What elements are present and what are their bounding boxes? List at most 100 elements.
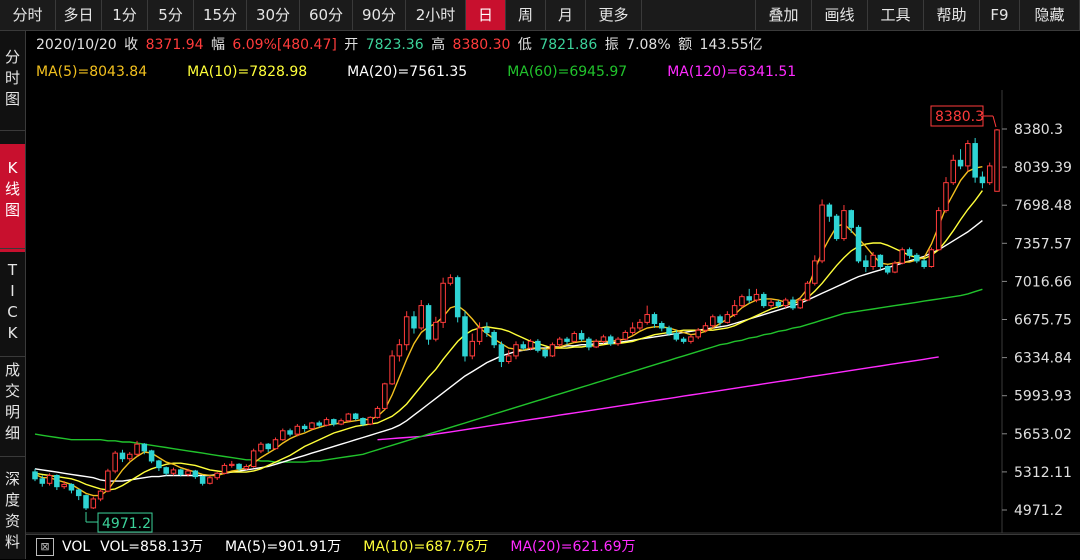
candle-body xyxy=(454,277,461,318)
candle-body xyxy=(695,329,701,338)
candle-body xyxy=(935,210,942,251)
candle-body xyxy=(710,316,716,327)
candle-body xyxy=(338,420,344,425)
candle-body xyxy=(97,490,104,500)
candle-body xyxy=(265,443,271,450)
candle-body xyxy=(629,327,636,333)
vol-ma10: MA(10)=687.76万 xyxy=(363,539,489,555)
tab-period[interactable]: 15分 xyxy=(194,0,247,30)
toolbar-action[interactable]: 画线 xyxy=(812,0,868,30)
candle-body xyxy=(221,464,228,474)
period-toolbar: 分时 多日 1分 5分 15分 30分 60分 90分 2小时日周月更多 叠加 画线 工具 帮助 F9 隐藏 xyxy=(0,0,1080,31)
candle-body xyxy=(607,336,614,345)
tab-period[interactable]: 日 xyxy=(466,0,506,30)
candle-body xyxy=(513,344,519,357)
y-tick-label: 4971.2 xyxy=(1014,503,1063,519)
candle-body xyxy=(717,316,723,323)
tab-period[interactable]: 90分 xyxy=(353,0,406,30)
candle-body xyxy=(782,299,789,307)
candle-body xyxy=(702,325,709,331)
candle-body xyxy=(309,422,315,430)
tab-period[interactable]: 周 xyxy=(506,0,546,30)
sidebar-divider xyxy=(0,456,25,457)
candle-body xyxy=(994,129,1000,192)
tab-period[interactable]: 5分 xyxy=(148,0,194,30)
sidebar-item[interactable]: 分时图 xyxy=(0,43,25,118)
candle-body xyxy=(425,305,432,340)
candle-body xyxy=(484,327,490,333)
candle-body xyxy=(877,254,884,267)
candle-body xyxy=(593,340,599,348)
quote-info-bar: 2020/10/20 收 8371.94 幅 6.09%[480.47] 开 7… xyxy=(36,34,766,54)
candle-body xyxy=(556,338,563,346)
candle-body xyxy=(462,316,468,357)
candle-body xyxy=(243,466,250,470)
toolbar-action[interactable]: 工具 xyxy=(868,0,924,30)
candle-body xyxy=(367,416,374,425)
ma-legend-item: MA(10)=7828.98 xyxy=(187,64,308,80)
change-value: 6.09%[480.47] xyxy=(232,37,337,53)
candle-body xyxy=(39,478,46,484)
candle-body xyxy=(957,159,964,167)
y-tick-label: 5653.02 xyxy=(1014,427,1072,443)
candle-body xyxy=(578,333,585,340)
toolbar-action[interactable]: 帮助 xyxy=(924,0,980,30)
candle-body xyxy=(651,314,658,324)
candle-body xyxy=(542,349,548,357)
ma120-line xyxy=(377,356,939,441)
candle-body xyxy=(790,299,796,309)
candle-body xyxy=(105,470,111,492)
view-sidebar: 分时图 K线图 TICK 成交明细深度资料 xyxy=(0,31,26,559)
candle-body xyxy=(673,333,680,340)
candle-body xyxy=(236,463,242,470)
tab-period[interactable]: 多日 xyxy=(56,0,102,30)
y-tick-label: 8380.3 xyxy=(1014,122,1063,138)
candle-body xyxy=(644,314,650,323)
tab-period[interactable]: 分时 xyxy=(0,0,56,30)
volume-legend: ⊠ VOL VOL=858.13万 MA(5)=901.91万 MA(10)=687.7… xyxy=(26,534,1080,560)
sidebar-item[interactable]: K线图 xyxy=(0,144,25,252)
candle-body xyxy=(768,301,774,307)
y-tick-label: 7698.48 xyxy=(1014,198,1072,214)
candle-body xyxy=(90,498,97,509)
candle-body xyxy=(855,226,862,262)
candle-body xyxy=(637,321,643,329)
candle-body xyxy=(119,452,126,460)
candle-body xyxy=(666,327,672,335)
candle-body xyxy=(61,483,67,488)
volume-settings-icon[interactable]: ⊠ xyxy=(36,538,54,556)
tab-period[interactable]: 2小时 xyxy=(406,0,466,30)
tab-period[interactable]: 月 xyxy=(546,0,586,30)
candle-body xyxy=(75,489,82,497)
candle-body xyxy=(965,143,971,167)
candle-body xyxy=(199,476,206,484)
tab-period[interactable]: 30分 xyxy=(247,0,300,30)
toolbar-action[interactable]: 隐藏 xyxy=(1020,0,1080,30)
sidebar-item[interactable]: 深度资料 xyxy=(0,465,25,553)
y-tick-label: 6675.75 xyxy=(1014,313,1072,329)
quote-date: 2020/10/20 xyxy=(36,37,117,53)
y-tick-label: 5993.93 xyxy=(1014,389,1072,405)
vol-label: VOL xyxy=(62,539,91,555)
toolbar-action[interactable]: 叠加 xyxy=(756,0,812,30)
candle-body xyxy=(863,260,869,267)
tab-period[interactable]: 60分 xyxy=(300,0,353,30)
amount-value: 143.55亿 xyxy=(699,37,763,53)
amplitude-value: 7.08% xyxy=(626,37,671,53)
y-tick-label: 5312.11 xyxy=(1014,465,1072,481)
candle-body xyxy=(600,336,607,342)
tab-period[interactable]: 1分 xyxy=(102,0,148,30)
y-tick-label: 8039.39 xyxy=(1014,160,1072,176)
candle-body xyxy=(207,477,213,484)
sidebar-item[interactable]: TICK xyxy=(0,256,25,344)
tab-period[interactable]: 更多 xyxy=(586,0,642,30)
candle-body xyxy=(804,282,811,301)
candle-body xyxy=(287,430,293,435)
candle-body xyxy=(374,407,381,418)
sidebar-item[interactable]: 成交明细 xyxy=(0,356,25,444)
candle-body xyxy=(156,460,162,469)
candle-body xyxy=(447,277,454,284)
candle-body xyxy=(921,260,927,267)
toolbar-action[interactable]: F9 xyxy=(980,0,1020,30)
candle-body xyxy=(724,314,731,323)
